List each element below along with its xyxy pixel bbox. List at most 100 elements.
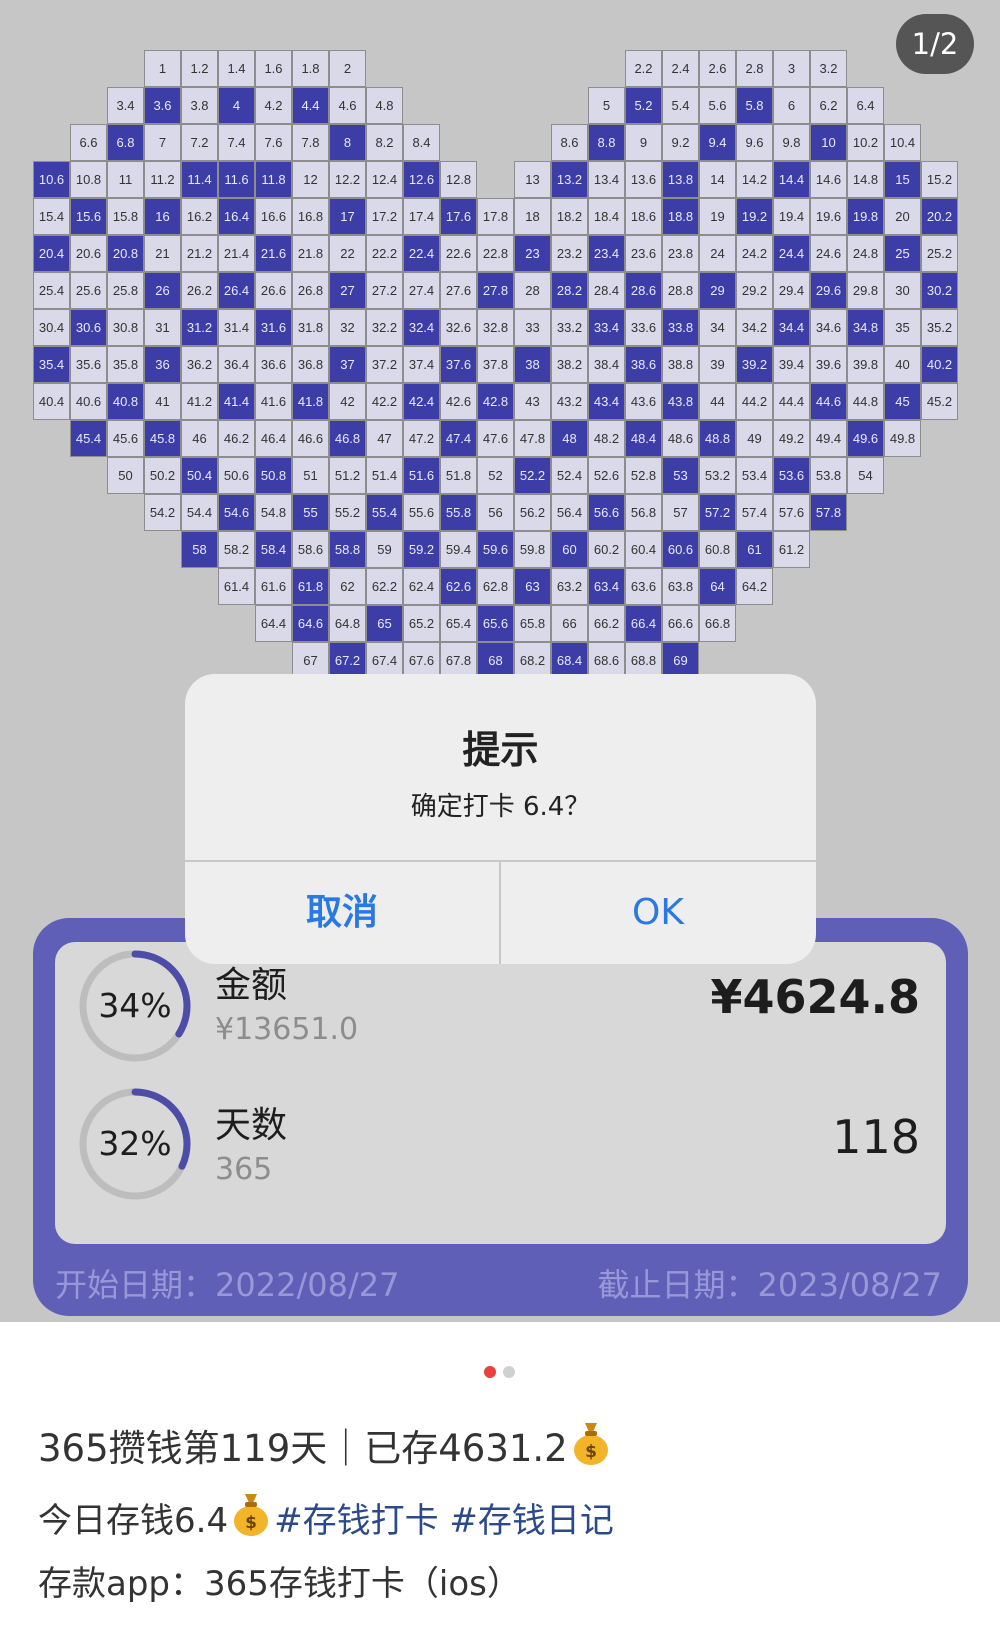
grid-cell[interactable]: 47.8 xyxy=(514,420,551,457)
grid-cell[interactable]: 23.4 xyxy=(588,235,625,272)
grid-cell[interactable]: 27.2 xyxy=(366,272,403,309)
grid-cell[interactable]: 43 xyxy=(514,383,551,420)
grid-cell[interactable]: 16.2 xyxy=(181,198,218,235)
grid-cell[interactable]: 19.4 xyxy=(773,198,810,235)
grid-cell[interactable]: 18.8 xyxy=(662,198,699,235)
grid-cell[interactable]: 58.8 xyxy=(329,531,366,568)
grid-cell[interactable]: 61.2 xyxy=(773,531,810,568)
grid-cell[interactable]: 42.8 xyxy=(477,383,514,420)
grid-cell[interactable]: 27.4 xyxy=(403,272,440,309)
grid-cell[interactable]: 18.2 xyxy=(551,198,588,235)
grid-cell[interactable]: 6.4 xyxy=(847,87,884,124)
grid-cell[interactable]: 30.4 xyxy=(33,309,70,346)
grid-cell[interactable]: 45 xyxy=(884,383,921,420)
grid-cell[interactable]: 34.8 xyxy=(847,309,884,346)
grid-cell[interactable]: 37.4 xyxy=(403,346,440,383)
grid-cell[interactable]: 28.4 xyxy=(588,272,625,309)
grid-cell[interactable]: 38 xyxy=(514,346,551,383)
grid-cell[interactable]: 8.8 xyxy=(588,124,625,161)
grid-cell[interactable]: 53.2 xyxy=(699,457,736,494)
grid-cell[interactable]: 24.6 xyxy=(810,235,847,272)
grid-cell[interactable]: 35.4 xyxy=(33,346,70,383)
grid-cell[interactable]: 20.2 xyxy=(921,198,958,235)
grid-cell[interactable]: 2.6 xyxy=(699,50,736,87)
grid-cell[interactable]: 28.8 xyxy=(662,272,699,309)
carousel-dot-inactive[interactable] xyxy=(503,1366,515,1378)
grid-cell[interactable]: 6 xyxy=(773,87,810,124)
grid-cell[interactable]: 55.8 xyxy=(440,494,477,531)
grid-cell[interactable]: 11.8 xyxy=(255,161,292,198)
grid-cell[interactable]: 33 xyxy=(514,309,551,346)
grid-cell[interactable]: 23.6 xyxy=(625,235,662,272)
grid-cell[interactable]: 58.2 xyxy=(218,531,255,568)
grid-cell[interactable]: 1 xyxy=(144,50,181,87)
grid-cell[interactable]: 13.4 xyxy=(588,161,625,198)
grid-cell[interactable]: 21.2 xyxy=(181,235,218,272)
grid-cell[interactable]: 9 xyxy=(625,124,662,161)
grid-cell[interactable]: 56.6 xyxy=(588,494,625,531)
grid-cell[interactable]: 8.2 xyxy=(366,124,403,161)
grid-cell[interactable]: 60.6 xyxy=(662,531,699,568)
grid-cell[interactable]: 1.4 xyxy=(218,50,255,87)
grid-cell[interactable]: 51 xyxy=(292,457,329,494)
grid-cell[interactable]: 19.6 xyxy=(810,198,847,235)
grid-cell[interactable]: 46.4 xyxy=(255,420,292,457)
grid-cell[interactable]: 10.6 xyxy=(33,161,70,198)
grid-cell[interactable]: 22.8 xyxy=(477,235,514,272)
grid-cell[interactable]: 2 xyxy=(329,50,366,87)
grid-cell[interactable]: 36.4 xyxy=(218,346,255,383)
grid-cell[interactable]: 50 xyxy=(107,457,144,494)
grid-cell[interactable]: 36.2 xyxy=(181,346,218,383)
grid-cell[interactable]: 51.2 xyxy=(329,457,366,494)
grid-cell[interactable]: 25.2 xyxy=(921,235,958,272)
grid-cell[interactable]: 40.4 xyxy=(33,383,70,420)
grid-cell[interactable]: 24.8 xyxy=(847,235,884,272)
grid-cell[interactable]: 15.2 xyxy=(921,161,958,198)
grid-cell[interactable]: 54.8 xyxy=(255,494,292,531)
grid-cell[interactable]: 59.2 xyxy=(403,531,440,568)
grid-cell[interactable]: 46 xyxy=(181,420,218,457)
grid-cell[interactable]: 27.8 xyxy=(477,272,514,309)
grid-cell[interactable]: 47.4 xyxy=(440,420,477,457)
grid-cell[interactable]: 18.4 xyxy=(588,198,625,235)
grid-cell[interactable]: 43.6 xyxy=(625,383,662,420)
grid-cell[interactable]: 61.4 xyxy=(218,568,255,605)
grid-cell[interactable]: 51.4 xyxy=(366,457,403,494)
grid-cell[interactable]: 12.8 xyxy=(440,161,477,198)
grid-cell[interactable]: 46.6 xyxy=(292,420,329,457)
grid-cell[interactable]: 21.6 xyxy=(255,235,292,272)
grid-cell[interactable]: 31.6 xyxy=(255,309,292,346)
carousel-dot-active[interactable] xyxy=(484,1366,496,1378)
grid-cell[interactable]: 19.8 xyxy=(847,198,884,235)
grid-cell[interactable]: 48.2 xyxy=(588,420,625,457)
grid-cell[interactable]: 66.8 xyxy=(699,605,736,642)
grid-cell[interactable]: 14 xyxy=(699,161,736,198)
grid-cell[interactable]: 31.2 xyxy=(181,309,218,346)
grid-cell[interactable]: 37.6 xyxy=(440,346,477,383)
grid-cell[interactable]: 50.8 xyxy=(255,457,292,494)
grid-cell[interactable]: 41.4 xyxy=(218,383,255,420)
grid-cell[interactable]: 26.8 xyxy=(292,272,329,309)
grid-cell[interactable]: 32.6 xyxy=(440,309,477,346)
grid-cell[interactable]: 14.4 xyxy=(773,161,810,198)
grid-cell[interactable]: 65.4 xyxy=(440,605,477,642)
grid-cell[interactable]: 15.6 xyxy=(70,198,107,235)
grid-cell[interactable]: 21.4 xyxy=(218,235,255,272)
grid-cell[interactable]: 37 xyxy=(329,346,366,383)
grid-cell[interactable]: 14.2 xyxy=(736,161,773,198)
grid-cell[interactable]: 19.2 xyxy=(736,198,773,235)
grid-cell[interactable]: 29 xyxy=(699,272,736,309)
grid-cell[interactable]: 4.8 xyxy=(366,87,403,124)
grid-cell[interactable]: 53.4 xyxy=(736,457,773,494)
grid-cell[interactable]: 22 xyxy=(329,235,366,272)
grid-cell[interactable]: 2.2 xyxy=(625,50,662,87)
grid-cell[interactable]: 43.8 xyxy=(662,383,699,420)
grid-cell[interactable]: 50.2 xyxy=(144,457,181,494)
grid-cell[interactable]: 60.2 xyxy=(588,531,625,568)
grid-cell[interactable]: 39.8 xyxy=(847,346,884,383)
grid-cell[interactable]: 23 xyxy=(514,235,551,272)
cancel-button[interactable]: 取消 xyxy=(185,862,499,964)
grid-cell[interactable]: 24.2 xyxy=(736,235,773,272)
grid-cell[interactable]: 30 xyxy=(884,272,921,309)
grid-cell[interactable]: 10.8 xyxy=(70,161,107,198)
